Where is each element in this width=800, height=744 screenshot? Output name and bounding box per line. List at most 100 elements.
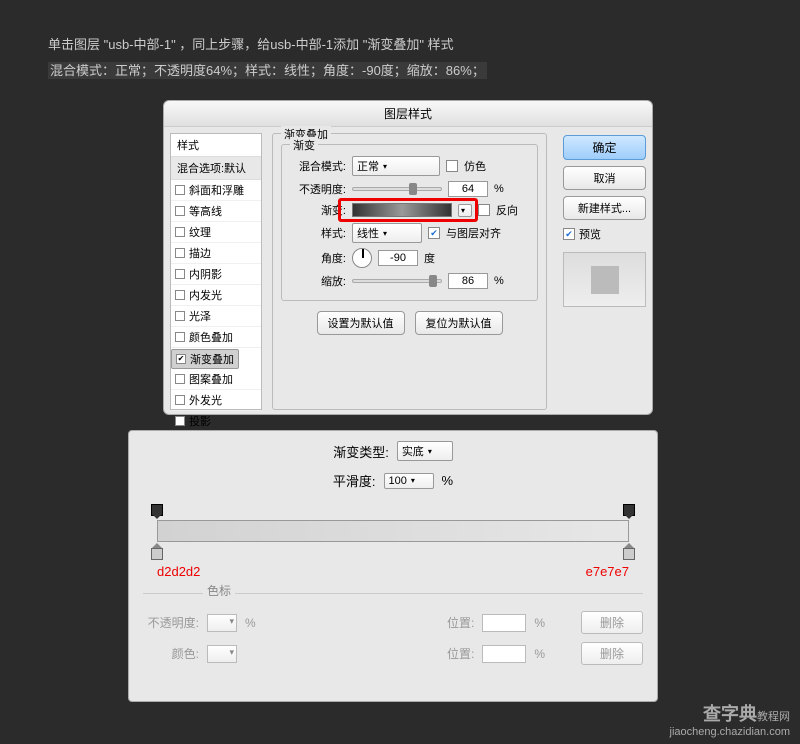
sidebar-item-label: 描边 (189, 245, 211, 261)
preview-checkbox[interactable]: ✔ (563, 228, 575, 240)
sidebar-item-2[interactable]: 纹理 (171, 222, 261, 243)
sidebar-item-label: 渐变叠加 (190, 351, 234, 367)
style-select[interactable]: 线性▾ (352, 223, 422, 243)
blend-mode-label: 混合模式: (290, 158, 346, 174)
instruction-highlight: "渐变叠加" (363, 37, 424, 52)
sidebar-checkbox-4[interactable] (175, 269, 185, 279)
blend-mode-select[interactable]: 正常▾ (352, 156, 440, 176)
preview-label: 预览 (579, 226, 601, 242)
gradient-picker-arrow[interactable]: ▾ (458, 204, 472, 217)
stop-color-pos-input[interactable] (482, 645, 526, 663)
watermark: 查字典教程网 jiaocheng.chazidian.com (670, 700, 790, 738)
dialog-title: 图层样式 (164, 101, 652, 127)
opacity-unit: % (494, 183, 504, 195)
sidebar-item-8[interactable]: ✔ 渐变叠加 (171, 349, 239, 369)
gradient-type-label: 渐变类型: (333, 442, 389, 461)
sidebar-item-5[interactable]: 内发光 (171, 285, 261, 306)
layer-style-dialog: 图层样式 样式 混合选项:默认 斜面和浮雕等高线纹理描边内阴影内发光光泽颜色叠加… (163, 100, 653, 415)
stop-opacity-pos-unit: % (534, 616, 545, 630)
cancel-button[interactable]: 取消 (563, 166, 646, 190)
delete-color-stop-button[interactable]: 删除 (581, 642, 643, 665)
reset-default-button[interactable]: 复位为默认值 (415, 311, 503, 335)
instruction-text-1c: 样式 (428, 37, 454, 52)
sidebar-item-label: 斜面和浮雕 (189, 182, 244, 198)
scale-value[interactable]: 86 (448, 273, 488, 289)
stop-color-pos-label: 位置: (447, 645, 474, 662)
sidebar-checkbox-10[interactable] (175, 395, 185, 405)
dither-label: 仿色 (464, 158, 486, 174)
scale-unit: % (494, 275, 504, 287)
dither-checkbox[interactable] (446, 160, 458, 172)
smoothness-label: 平滑度: (333, 471, 376, 490)
smoothness-select[interactable]: 100▾ (384, 473, 434, 489)
stop-color-label: 颜色: (143, 645, 199, 662)
stop-color-pos-unit: % (534, 647, 545, 661)
stops-header: 色标 (203, 584, 235, 598)
gradient-label: 渐变: (290, 202, 346, 218)
angle-value[interactable]: -90 (378, 250, 418, 266)
color-stop-right[interactable] (623, 544, 635, 558)
sidebar-item-label: 等高线 (189, 203, 222, 219)
align-checkbox[interactable]: ✔ (428, 227, 440, 239)
sidebar-item-4[interactable]: 内阴影 (171, 264, 261, 285)
style-label: 样式: (290, 225, 346, 241)
stop-opacity-pos-input[interactable] (482, 614, 526, 632)
sidebar-item-label: 纹理 (189, 224, 211, 240)
sidebar-item-9[interactable]: 图案叠加 (171, 369, 261, 390)
sidebar-checkbox-3[interactable] (175, 248, 185, 258)
angle-label: 角度: (290, 250, 346, 266)
opacity-stop-right[interactable] (623, 504, 635, 518)
angle-dial[interactable] (352, 248, 372, 268)
sidebar-item-11[interactable]: 投影 (171, 411, 261, 432)
sidebar-item-label: 投影 (189, 413, 211, 429)
ok-button[interactable]: 确定 (563, 135, 646, 160)
gradient-type-select[interactable]: 实底▾ (397, 441, 453, 461)
sidebar-checkbox-11[interactable] (175, 416, 185, 426)
opacity-label: 不透明度: (290, 181, 346, 197)
angle-unit: 度 (424, 250, 435, 266)
opacity-slider[interactable] (352, 187, 442, 191)
sidebar-item-10[interactable]: 外发光 (171, 390, 261, 411)
opacity-stop-left[interactable] (151, 504, 163, 518)
color-stop-left[interactable] (151, 544, 163, 558)
sidebar-item-0[interactable]: 斜面和浮雕 (171, 180, 261, 201)
scale-slider[interactable] (352, 279, 442, 283)
stop-opacity-swatch[interactable] (207, 614, 237, 632)
sidebar-checkbox-8[interactable]: ✔ (176, 354, 186, 364)
sidebar-item-label: 图案叠加 (189, 371, 233, 387)
style-sidebar: 样式 混合选项:默认 斜面和浮雕等高线纹理描边内阴影内发光光泽颜色叠加✔ 渐变叠加… (170, 133, 262, 410)
delete-opacity-stop-button[interactable]: 删除 (581, 611, 643, 634)
gradient-bar[interactable] (157, 520, 629, 542)
sidebar-checkbox-0[interactable] (175, 185, 185, 195)
make-default-button[interactable]: 设置为默认值 (317, 311, 405, 335)
stop-opacity-pos-label: 位置: (447, 614, 474, 631)
instruction-params: 混合模式：正常；不透明度64%；样式：线性；角度：-90度；缩放：86%； (48, 62, 487, 79)
gradient-swatch[interactable] (352, 203, 452, 217)
sidebar-item-7[interactable]: 颜色叠加 (171, 327, 261, 348)
stop-opacity-unit: % (245, 616, 256, 630)
new-style-button[interactable]: 新建样式... (563, 196, 646, 220)
align-label: 与图层对齐 (446, 225, 501, 241)
sidebar-item-3[interactable]: 描边 (171, 243, 261, 264)
instruction-text-1a: 单击图层 "usb-中部-1" ，同上步骤，给usb-中部-1添加 (48, 37, 359, 52)
sidebar-blend-options[interactable]: 混合选项:默认 (171, 157, 261, 180)
stop-opacity-label: 不透明度: (143, 614, 199, 631)
sidebar-head-styles[interactable]: 样式 (171, 134, 261, 157)
reverse-checkbox[interactable] (478, 204, 490, 216)
reverse-label: 反向 (496, 202, 518, 218)
sidebar-checkbox-7[interactable] (175, 332, 185, 342)
sidebar-item-1[interactable]: 等高线 (171, 201, 261, 222)
sidebar-item-label: 颜色叠加 (189, 329, 233, 345)
opacity-value[interactable]: 64 (448, 181, 488, 197)
sidebar-checkbox-2[interactable] (175, 227, 185, 237)
stop-color-swatch[interactable] (207, 645, 237, 663)
sidebar-item-label: 光泽 (189, 308, 211, 324)
preview-box (563, 252, 646, 307)
sidebar-checkbox-1[interactable] (175, 206, 185, 216)
sidebar-checkbox-6[interactable] (175, 311, 185, 321)
sidebar-item-label: 内发光 (189, 287, 222, 303)
sidebar-checkbox-5[interactable] (175, 290, 185, 300)
sidebar-item-label: 外发光 (189, 392, 222, 408)
sidebar-checkbox-9[interactable] (175, 374, 185, 384)
sidebar-item-6[interactable]: 光泽 (171, 306, 261, 327)
